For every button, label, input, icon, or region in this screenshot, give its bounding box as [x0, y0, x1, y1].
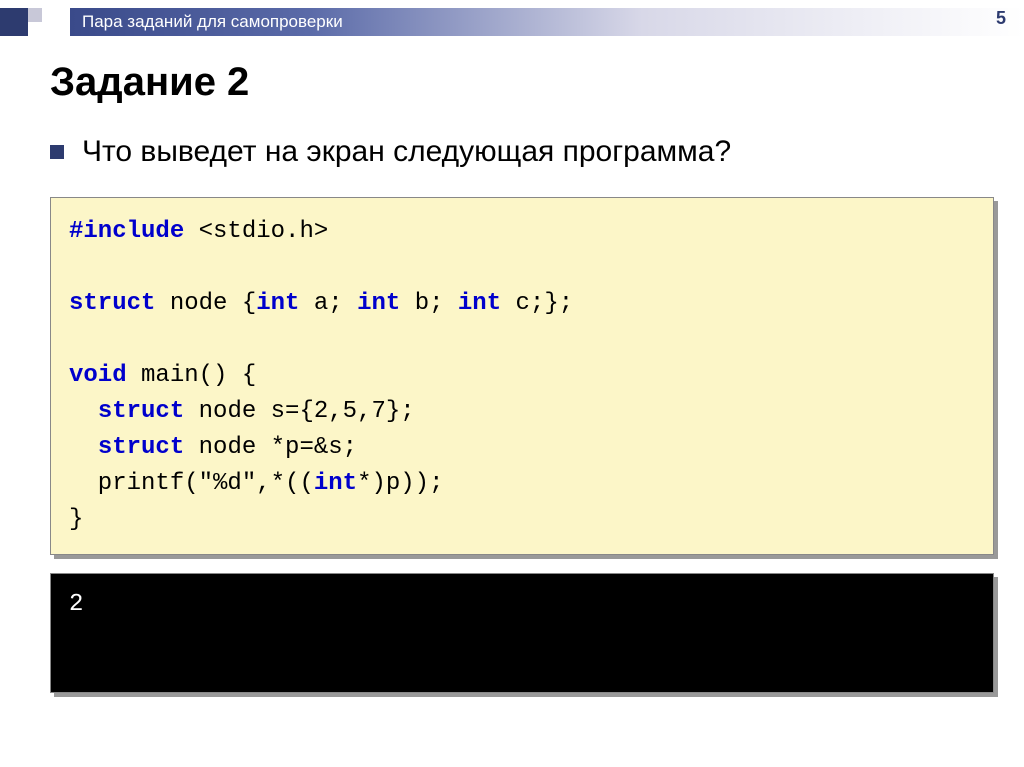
code-text: [69, 398, 98, 425]
slide-heading: Задание 2: [50, 60, 994, 105]
code-text: node s={2,5,7};: [184, 398, 414, 425]
header-decoration: [0, 8, 70, 36]
code-text: c;};: [501, 290, 573, 317]
keyword: #include: [69, 218, 184, 245]
square-icon: [0, 8, 28, 36]
code-text: }: [69, 506, 83, 533]
keyword: struct: [69, 290, 155, 317]
code-text: *)p));: [357, 470, 443, 497]
code-text: printf("%d",*((: [69, 470, 314, 497]
header-title: Пара заданий для самопроверки: [82, 12, 343, 32]
bullet-item: Что выведет на экран следующая программа…: [50, 133, 994, 171]
slide-header: Пара заданий для самопроверки: [0, 8, 1024, 36]
code-text: node *p=&s;: [184, 434, 357, 461]
code-text: a;: [299, 290, 357, 317]
code-text: node {: [155, 290, 256, 317]
output-block: 2: [50, 573, 994, 693]
code-block: #include <stdio.h> struct node {int a; i…: [50, 197, 994, 555]
keyword: struct: [98, 434, 184, 461]
output-text: 2: [69, 591, 83, 618]
keyword: int: [357, 290, 400, 317]
question-text: Что выведет на экран следующая программа…: [82, 133, 731, 171]
code-text: b;: [400, 290, 458, 317]
keyword: void: [69, 362, 127, 389]
code-text: [69, 434, 98, 461]
slide-content: Задание 2 Что выведет на экран следующая…: [50, 60, 994, 693]
page-number: 5: [996, 8, 1006, 29]
code-text: <stdio.h>: [184, 218, 328, 245]
keyword: int: [458, 290, 501, 317]
keyword: int: [256, 290, 299, 317]
bullet-icon: [50, 145, 64, 159]
keyword: struct: [98, 398, 184, 425]
slide: Пара заданий для самопроверки 5 Задание …: [0, 0, 1024, 767]
header-bar-bg: Пара заданий для самопроверки: [70, 8, 1024, 36]
code-text: main() {: [127, 362, 257, 389]
square-small-icon: [28, 8, 42, 22]
keyword: int: [314, 470, 357, 497]
